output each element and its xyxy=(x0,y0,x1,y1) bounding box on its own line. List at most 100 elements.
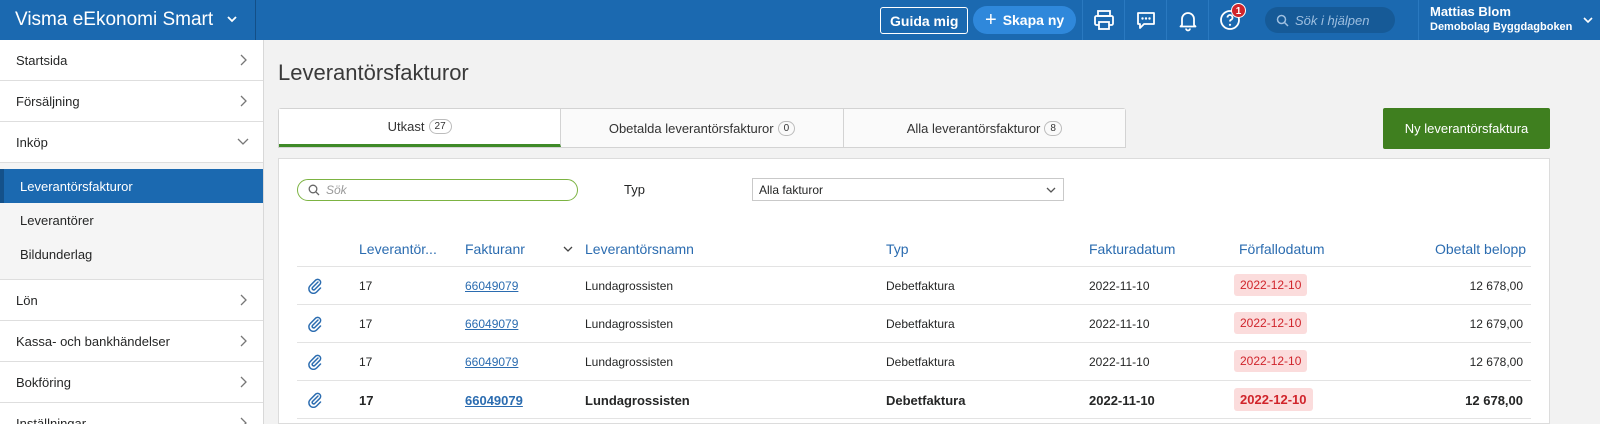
cell-supplier-no: 17 xyxy=(359,279,373,293)
sidebar-item-forsaljning[interactable]: Försäljning xyxy=(0,81,263,122)
search-icon xyxy=(1276,14,1289,27)
cell-unpaid-amount: 12 678,00 xyxy=(1465,393,1523,408)
sidebar-subitem-leverantorsfakturor[interactable]: Leverantörsfakturor xyxy=(0,169,263,203)
due-date-badge: 2022-12-10 xyxy=(1234,312,1308,334)
column-header-invoice-date[interactable]: Fakturadatum xyxy=(1089,241,1175,257)
tab-count-badge: 0 xyxy=(777,120,796,136)
invoice-list-panel: Sök Typ Alla fakturor Leverantör... Fakt… xyxy=(278,158,1550,424)
sidebar-item-label: Bokföring xyxy=(16,374,71,390)
chevron-right-icon xyxy=(240,95,247,107)
user-menu[interactable]: Mattias Blom Demobolag Byggdagboken xyxy=(1418,0,1600,40)
messages-button[interactable] xyxy=(1124,0,1166,40)
plus-icon: + xyxy=(985,9,997,31)
cell-type: Debetfaktura xyxy=(886,317,955,331)
search-icon xyxy=(308,184,320,196)
sidebar: Startsida Försäljning Inköp Leverantörsf… xyxy=(0,40,264,424)
chevron-down-icon xyxy=(237,138,249,145)
table-row[interactable]: 17 66049079 Lundagrossisten Debetfaktura… xyxy=(297,267,1531,305)
sidebar-item-label: Försäljning xyxy=(16,93,80,109)
notifications-button[interactable] xyxy=(1166,0,1208,40)
attachment-icon xyxy=(308,278,322,294)
column-header-supplier-name[interactable]: Leverantörsnamn xyxy=(585,241,694,257)
sidebar-subitem-leverantorer[interactable]: Leverantörer xyxy=(0,203,263,237)
create-new-button[interactable]: + Skapa ny xyxy=(973,6,1076,34)
tab-utkast[interactable]: Utkast 27 xyxy=(279,109,562,147)
invoice-number-link[interactable]: 66049079 xyxy=(465,317,518,331)
chevron-right-icon xyxy=(240,417,247,424)
cell-type: Debetfaktura xyxy=(886,355,955,369)
tab-count-badge: 8 xyxy=(1044,120,1062,136)
user-name: Mattias Blom xyxy=(1430,4,1511,19)
cell-type: Debetfaktura xyxy=(886,279,955,293)
cell-invoice-date: 2022-11-10 xyxy=(1089,393,1155,408)
app-title: Visma eEkonomi Smart xyxy=(15,9,214,30)
attachment-icon xyxy=(308,392,322,408)
sidebar-item-label: Lön xyxy=(16,292,38,308)
cell-supplier-name: Lundagrossisten xyxy=(585,279,674,293)
type-filter-label: Typ xyxy=(624,182,645,197)
cell-supplier-name: Lundagrossisten xyxy=(585,393,690,408)
cell-supplier-no: 17 xyxy=(359,393,374,408)
sidebar-item-bokforing[interactable]: Bokföring xyxy=(0,362,263,403)
attachment-icon xyxy=(308,354,322,370)
help-search-placeholder: Sök i hjälpen xyxy=(1295,12,1370,28)
column-header-due-date[interactable]: Förfallodatum xyxy=(1239,241,1325,257)
column-header-type[interactable]: Typ xyxy=(886,241,909,257)
cell-supplier-no: 17 xyxy=(359,355,373,369)
tab-obetalda[interactable]: Obetalda leverantörsfakturor 0 xyxy=(561,109,844,147)
due-date-badge: 2022-12-10 xyxy=(1234,274,1308,296)
tab-label: Alla leverantörsfakturor xyxy=(906,120,1041,136)
type-filter-select[interactable]: Alla fakturor xyxy=(752,178,1064,201)
sidebar-item-inkop[interactable]: Inköp xyxy=(0,122,263,163)
cell-supplier-no: 17 xyxy=(359,317,373,331)
sidebar-item-startsida[interactable]: Startsida xyxy=(0,40,263,81)
tab-alla[interactable]: Alla leverantörsfakturor 8 xyxy=(843,109,1125,147)
cell-supplier-name: Lundagrossisten xyxy=(585,355,674,369)
tab-label: Utkast xyxy=(387,119,425,134)
column-header-unpaid-amount[interactable]: Obetalt belopp xyxy=(1435,241,1526,257)
sidebar-item-installningar[interactable]: Inställningar xyxy=(0,403,263,424)
table-row[interactable]: 17 66049079 Lundagrossisten Debetfaktura… xyxy=(297,381,1531,419)
guide-button[interactable]: Guida mig xyxy=(880,7,969,34)
invoice-tabs: Utkast 27 Obetalda leverantörsfakturor 0… xyxy=(278,108,1126,148)
chevron-right-icon xyxy=(240,294,247,306)
sidebar-item-kassa-bank[interactable]: Kassa- och bankhändelser xyxy=(0,321,263,362)
cell-unpaid-amount: 12 678,00 xyxy=(1469,355,1523,369)
app-switcher[interactable]: Visma eEkonomi Smart xyxy=(0,0,256,40)
cell-invoice-date: 2022-11-10 xyxy=(1089,355,1150,369)
chevron-right-icon xyxy=(240,376,247,388)
chevron-right-icon xyxy=(240,335,247,347)
search-input[interactable]: Sök xyxy=(297,179,578,201)
attachment-icon xyxy=(308,316,322,332)
cell-unpaid-amount: 12 678,00 xyxy=(1469,279,1523,293)
invoice-number-link[interactable]: 66049079 xyxy=(465,279,518,293)
help-search-input[interactable]: Sök i hjälpen xyxy=(1265,7,1395,33)
search-placeholder: Sök xyxy=(326,183,347,197)
print-button[interactable] xyxy=(1082,0,1124,40)
chat-icon xyxy=(1136,12,1155,29)
chevron-right-icon xyxy=(240,54,247,66)
due-date-badge: 2022-12-10 xyxy=(1234,350,1308,372)
column-header-invoice-no[interactable]: Fakturanr xyxy=(465,241,573,257)
tab-label: Obetalda leverantörsfakturor xyxy=(608,120,774,136)
due-date-badge: 2022-12-10 xyxy=(1234,388,1313,411)
top-bar: Visma eEkonomi Smart Guida mig + Skapa n… xyxy=(0,0,1600,40)
invoice-number-link[interactable]: 66049079 xyxy=(465,393,523,408)
help-badge: 1 xyxy=(1231,3,1246,18)
column-header-label: Fakturanr xyxy=(465,241,525,257)
sidebar-item-label: Inköp xyxy=(16,134,48,150)
sidebar-subnav-inkop: Leverantörsfakturor Leverantörer Bildund… xyxy=(0,163,263,280)
printer-icon xyxy=(1093,10,1114,30)
table-row[interactable]: 17 66049079 Lundagrossisten Debetfaktura… xyxy=(297,305,1531,343)
type-filter-value: Alla fakturor xyxy=(759,182,824,197)
invoice-number-link[interactable]: 66049079 xyxy=(465,355,518,369)
column-header-supplier-no[interactable]: Leverantör... xyxy=(359,241,437,257)
bell-icon xyxy=(1179,12,1196,32)
table-header: Leverantör... Fakturanr Leverantörsnamn … xyxy=(297,231,1531,267)
help-button[interactable]: 1 xyxy=(1208,0,1250,40)
create-new-label: Skapa ny xyxy=(1002,12,1065,28)
sidebar-subitem-bildunderlag[interactable]: Bildunderlag xyxy=(0,237,263,271)
sidebar-item-lon[interactable]: Lön xyxy=(0,280,263,321)
new-supplier-invoice-button[interactable]: Ny leverantörsfaktura xyxy=(1383,108,1550,149)
table-row[interactable]: 17 66049079 Lundagrossisten Debetfaktura… xyxy=(297,343,1531,381)
